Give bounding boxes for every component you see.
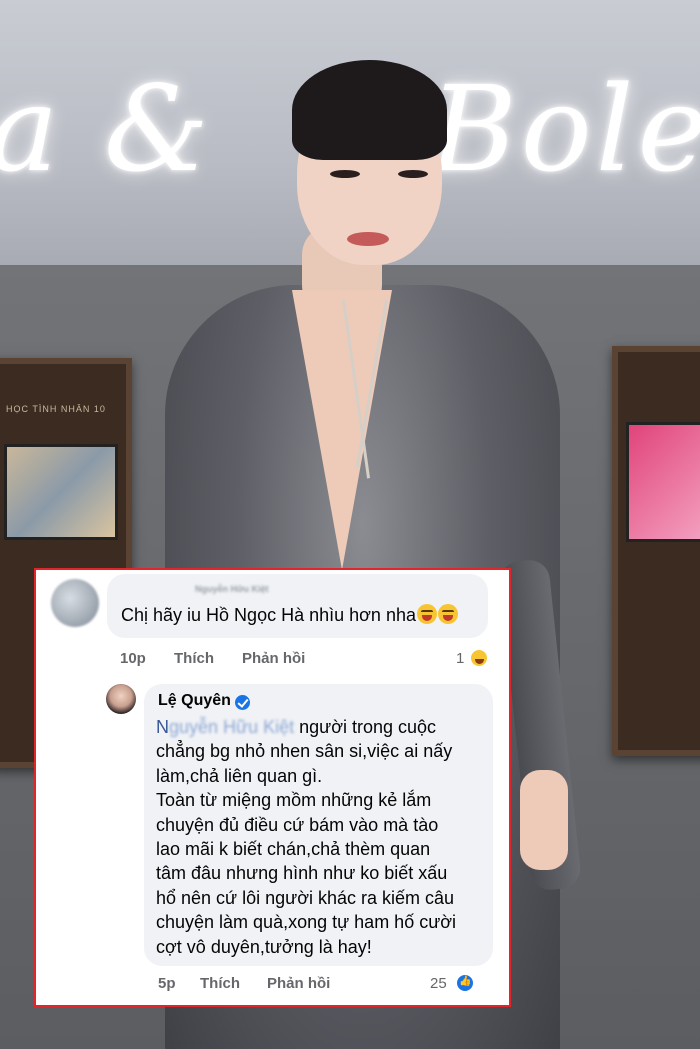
reply-text: Nguyễn Hữu Kiệt người trong cuộc chẳng b… <box>156 715 486 959</box>
poster-image <box>4 444 118 540</box>
reply-button[interactable]: Phản hồi <box>242 650 305 667</box>
comment-text: Chị hãy iu Hồ Ngọc Hà nhìu hơn nha <box>121 604 458 627</box>
reply-line: hổ nên cứ lôi người khác ra kiếm câu <box>156 887 455 908</box>
like-button[interactable]: Thích <box>200 975 240 992</box>
comment-bubble: Nguyễn Hữu Kiệt Chị hãy iu Hồ Ngọc Hà nh… <box>107 574 488 638</box>
reply-line: lao mãi k biết chán,chả thèm quan <box>156 839 431 860</box>
hair <box>292 60 447 160</box>
squinting-tongue-emoji-icon <box>437 604 458 624</box>
reply-line: Toàn từ miệng mồm những kẻ lắm <box>156 790 432 811</box>
comment-body: Chị hãy iu Hồ Ngọc Hà nhìu hơn nha <box>121 605 416 625</box>
mention-tag[interactable]: N <box>156 717 169 737</box>
poster-label: HỌC TÌNH NHÂN 10 <box>6 404 106 414</box>
reaction-count[interactable]: 25 <box>430 975 447 992</box>
eye <box>330 170 360 178</box>
squinting-tongue-emoji-icon <box>416 604 437 624</box>
lips <box>347 232 389 246</box>
reply-line: Nguyễn Hữu Kiệt người trong cuộc <box>156 717 437 737</box>
poster-image <box>626 422 700 542</box>
reply-line: cợt vô duyên,tưởng là hay! <box>156 936 372 957</box>
reply-line: chuyện đủ điều cứ bám vào mà tào <box>156 814 439 835</box>
reaction-count[interactable]: 1 <box>456 650 464 667</box>
verified-badge-icon <box>235 695 250 710</box>
commenter-name-blurred[interactable]: Nguyễn Hữu Kiệt <box>195 584 269 594</box>
hand <box>520 770 568 870</box>
comment-thread-card: Nguyễn Hữu Kiệt Chị hãy iu Hồ Ngọc Hà nh… <box>34 568 511 1007</box>
reply-button[interactable]: Phản hồi <box>267 975 330 992</box>
replier-avatar[interactable] <box>106 684 136 714</box>
neon-sign-right: Bolero <box>430 60 700 198</box>
like-reaction-icon[interactable] <box>455 973 475 993</box>
reply-line: chuyện làm quà,xong tự ham hố cười <box>156 912 457 933</box>
reply-line: làm,chả liên quan gì. <box>156 765 323 786</box>
eye <box>398 170 428 178</box>
like-button[interactable]: Thích <box>174 650 214 667</box>
comment-time[interactable]: 10p <box>120 650 146 667</box>
reply-line: chẳng bg nhỏ nhen sân si,việc ai nấy <box>156 741 453 762</box>
neon-sign-left: a & <box>0 60 213 198</box>
commenter-avatar[interactable] <box>51 579 99 627</box>
replier-name[interactable]: Lệ Quyên <box>158 692 231 710</box>
reply-time[interactable]: 5p <box>158 975 176 992</box>
poster-frame-right <box>612 346 700 756</box>
haha-reaction-icon[interactable] <box>469 648 489 668</box>
mention-tag-blurred[interactable]: guyễn Hữu Kiệt <box>169 717 294 737</box>
reply-line: tâm đâu nhưng hình như ko biết xấu <box>156 863 448 884</box>
